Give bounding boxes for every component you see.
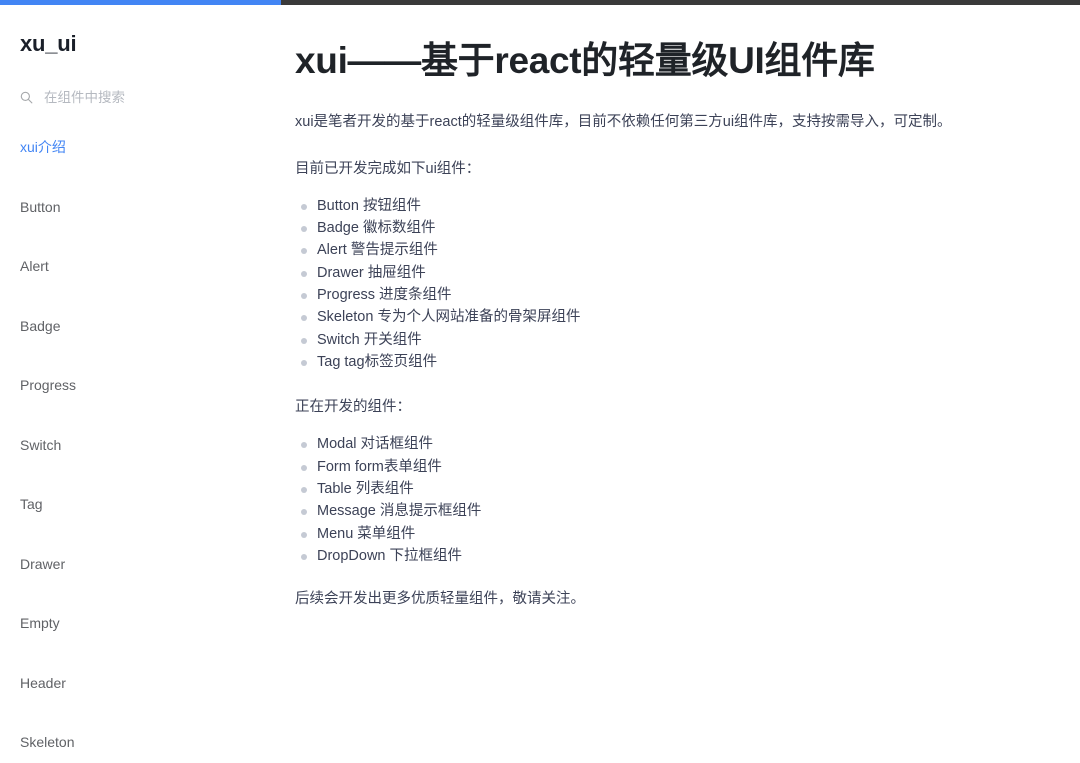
sidebar-item-empty[interactable]: Empty (0, 603, 278, 644)
sidebar-item: Alert (0, 246, 278, 287)
intro-paragraph: xui是笔者开发的基于react的轻量级组件库，目前不依赖任何第三方ui组件库，… (295, 114, 952, 131)
sidebar-item-button[interactable]: Button (0, 187, 278, 228)
sidebar-item-badge[interactable]: Badge (0, 306, 278, 347)
sidebar-item-xui[interactable]: xui介绍 (0, 127, 278, 168)
completed-heading: 目前已开发完成如下ui组件： (295, 160, 481, 177)
sidebar-item-tag[interactable]: Tag (0, 484, 278, 525)
sidebar-item-progress[interactable]: Progress (0, 365, 278, 406)
sidebar-item: Progress (0, 365, 278, 406)
sidebar-nav: xui介绍 Button Alert Badge Progress Switch Tag Dr… (0, 127, 278, 763)
completed-component-item: Switch 开关组件 (295, 329, 990, 351)
completed-component-item: Badge 徽标数组件 (295, 217, 990, 239)
page-load-progress-fill (0, 0, 281, 5)
completed-component-item: Button 按钮组件 (295, 195, 990, 217)
sidebar-item-header[interactable]: Header (0, 663, 278, 704)
in-progress-component-item: Form form表单组件 (295, 456, 990, 478)
page-load-progress-track (0, 0, 1080, 5)
sidebar-item: Tag (0, 484, 278, 525)
brand-logo: xu_ui (20, 31, 77, 56)
in-progress-component-item: DropDown 下拉框组件 (295, 545, 990, 567)
completed-component-item: Progress 进度条组件 (295, 284, 990, 306)
sidebar-item: Button (0, 187, 278, 228)
app-root: xu_ui xui介绍 Button Alert Badge Progress Switc… (0, 5, 1080, 750)
sidebar-nav-list: xui介绍 Button Alert Badge Progress Switch Tag Dr… (0, 127, 278, 763)
sidebar-item: Badge (0, 306, 278, 347)
page-title: xui——基于react的轻量级UI组件库 (295, 40, 875, 81)
in-progress-component-item: Modal 对话框组件 (295, 433, 990, 455)
search-input[interactable] (44, 89, 224, 105)
search-box[interactable] (0, 86, 278, 108)
in-progress-component-item: Table 列表组件 (295, 478, 990, 500)
sidebar-item-skeleton[interactable]: Skeleton (0, 722, 278, 763)
sidebar-item: xui介绍 (0, 127, 278, 168)
completed-component-item: Alert 警告提示组件 (295, 239, 990, 261)
sidebar-item: Empty (0, 603, 278, 644)
completed-component-item: Skeleton 专为个人网站准备的骨架屏组件 (295, 306, 990, 328)
in-progress-components-list: Modal 对话框组件 Form form表单组件 Table 列表组件 Messag… (295, 433, 990, 567)
in-progress-heading: 正在开发的组件： (295, 399, 411, 416)
completed-component-item: Tag tag标签页组件 (295, 351, 990, 373)
main-content: xui——基于react的轻量级UI组件库 xui是笔者开发的基于react的轻… (278, 5, 1080, 607)
completed-component-item: Drawer 抽屉组件 (295, 262, 990, 284)
sidebar-item: Skeleton (0, 722, 278, 763)
sidebar-item-drawer[interactable]: Drawer (0, 544, 278, 585)
sidebar-item: Header (0, 663, 278, 704)
sidebar-item: Drawer (0, 544, 278, 585)
in-progress-component-item: Menu 菜单组件 (295, 523, 990, 545)
sidebar-item-switch[interactable]: Switch (0, 425, 278, 466)
in-progress-component-item: Message 消息提示框组件 (295, 500, 990, 522)
sidebar-item-alert[interactable]: Alert (0, 246, 278, 287)
completed-components-list: Button 按钮组件 Badge 徽标数组件 Alert 警告提示组件 Drawer… (295, 195, 990, 373)
sidebar-item: Switch (0, 425, 278, 466)
outro-paragraph: 后续会开发出更多优质轻量组件，敬请关注。 (295, 591, 585, 607)
sidebar: xu_ui xui介绍 Button Alert Badge Progress Switc… (0, 5, 278, 750)
search-icon (20, 91, 33, 104)
